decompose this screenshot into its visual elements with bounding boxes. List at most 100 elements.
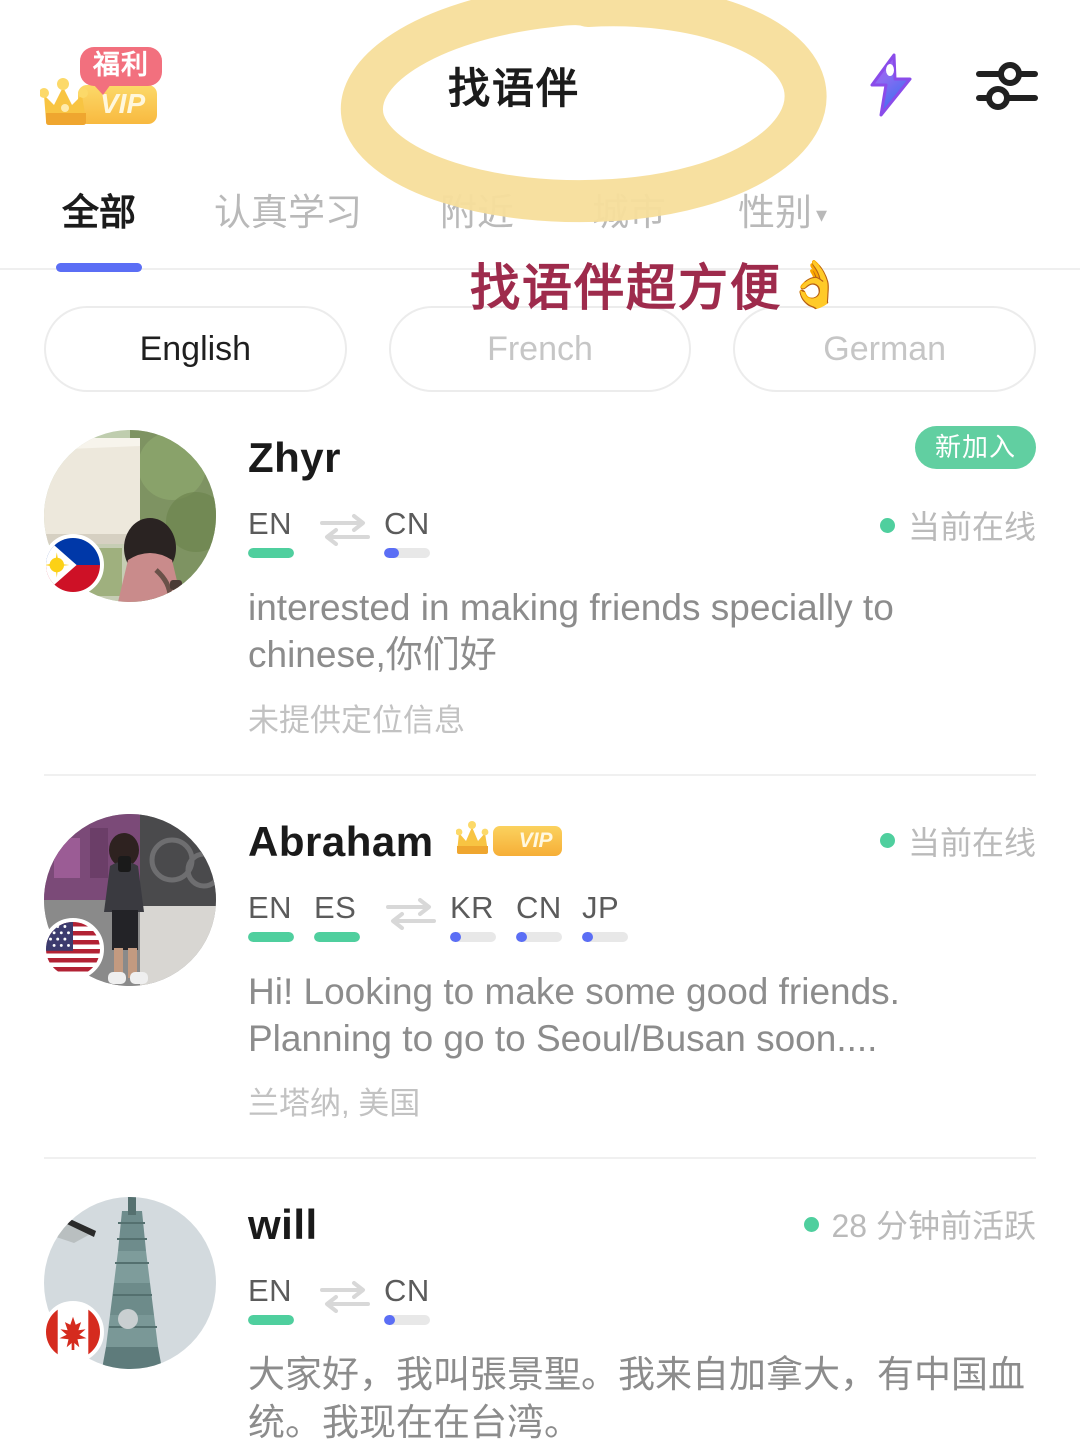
language-item: ES — [314, 892, 380, 942]
language-level-bar — [314, 931, 360, 942]
user-name: Abraham — [248, 817, 434, 865]
online-status: 当前在线 — [879, 502, 1036, 548]
online-status-label: 当前在线 — [907, 509, 1036, 545]
lightning-bolt-icon[interactable] — [864, 53, 920, 117]
languages-learning: CN — [384, 508, 450, 558]
language-item: EN — [248, 1273, 314, 1326]
online-dot-icon — [803, 1216, 819, 1232]
language-level-bar — [450, 931, 496, 942]
tab-serious-study-label: 认真学习 — [214, 192, 362, 233]
language-level-bar — [384, 548, 430, 558]
languages-spoken: EN — [248, 1273, 314, 1326]
vip-badge-label: VIP — [492, 825, 562, 856]
user-location: 兰塔纳, 美国 — [248, 1086, 421, 1122]
languages-learning: CN — [384, 1273, 450, 1326]
table-row[interactable]: will EN CN 大家好，我叫張景聖。我来自加拿大，有中国血统。我现在在台湾… — [42, 1159, 1037, 1440]
ok-hand-icon: 👌 — [786, 257, 846, 310]
vip-bubble-label: 福利 — [80, 47, 162, 95]
user-info: Zhyr 新加入 EN CN interested in making frie… — [248, 426, 1036, 740]
online-status: 28 分钟前活跃 — [803, 1201, 1037, 1247]
language-item: CN — [384, 508, 450, 558]
usa-flag-icon — [42, 917, 104, 980]
language-code: JP — [582, 889, 620, 925]
canada-flag-icon — [42, 1301, 104, 1364]
page-title: 找语伴 — [447, 64, 580, 112]
vip-promo-badge[interactable]: 福利 VIP — [34, 41, 164, 133]
user-bio: Hi! Looking to make some good friends. P… — [248, 970, 900, 1060]
language-chip-english[interactable]: English — [44, 306, 347, 392]
user-info: Abraham VIP EN ES KR CN JP Hi! Looking t… — [248, 814, 1036, 1124]
page-title-wrap: 找语伴 — [164, 55, 864, 116]
user-name-row: Zhyr 新加入 — [248, 426, 1036, 486]
user-bio: 大家好，我叫張景聖。我来自加拿大，有中国血统。我现在在台湾。 — [248, 1354, 1025, 1440]
filter-sliders-icon[interactable] — [976, 57, 1038, 113]
language-chip-german-label: German — [823, 329, 947, 368]
tab-gender-label: 性别 — [738, 192, 812, 233]
language-pair-row: EN ES KR CN JP — [248, 892, 1036, 952]
language-level-bar — [248, 548, 294, 558]
languages-spoken: EN ES — [248, 892, 380, 942]
avatar[interactable] — [42, 430, 216, 602]
tab-gender[interactable]: 性别 ▾ — [738, 170, 827, 236]
table-row[interactable]: Abraham VIP EN ES KR CN JP Hi! Looking t… — [42, 776, 1036, 1160]
tab-city-label: 城市 — [592, 192, 666, 233]
online-status-label: 28 分钟前活跃 — [831, 1208, 1037, 1245]
tab-nearby-label: 附近 — [440, 192, 514, 233]
tab-city[interactable]: 城市 — [592, 170, 666, 236]
language-level-bar — [516, 931, 562, 942]
status-badge: 新加入 — [914, 426, 1036, 469]
languages-spoken: EN — [248, 508, 314, 558]
avatar[interactable] — [42, 1197, 216, 1370]
header-actions — [864, 53, 1046, 117]
language-code: CN — [384, 506, 430, 541]
language-item: EN — [248, 508, 314, 558]
crown-icon — [455, 820, 488, 854]
language-level-bar — [248, 1315, 294, 1326]
language-code: CN — [384, 1273, 430, 1309]
language-chip-english-label: English — [139, 329, 252, 368]
swap-arrows-icon — [320, 1281, 370, 1314]
language-level-bar — [248, 931, 294, 942]
swap-arrows-icon — [386, 897, 436, 930]
app-header: 福利 VIP 找语伴 — [0, 0, 1080, 170]
language-level-bar — [384, 1315, 430, 1326]
app-root: 福利 VIP 找语伴 全部 认真学习 附近 城市 性别 ▾ English Fr… — [0, 0, 1080, 1440]
language-item: CN — [516, 892, 582, 942]
user-name: Zhyr — [248, 434, 342, 481]
online-dot-icon — [879, 833, 895, 849]
vip-badge: VIP — [454, 818, 562, 866]
online-status: 当前在线 — [879, 818, 1036, 864]
tab-nearby[interactable]: 附近 — [440, 170, 514, 236]
annotation-caption: 找语伴超方便 👌 — [470, 248, 845, 320]
chevron-down-icon: ▾ — [816, 202, 828, 228]
language-item: EN — [248, 892, 314, 942]
language-item: KR — [450, 892, 516, 942]
user-list: Zhyr 新加入 EN CN interested in making frie… — [0, 392, 1080, 1440]
tab-all-label: 全部 — [62, 192, 136, 233]
online-dot-icon — [879, 517, 895, 533]
language-item: CN — [384, 1273, 450, 1326]
avatar[interactable] — [42, 813, 216, 986]
languages-learning: KR CN JP — [450, 892, 648, 942]
language-code: EN — [248, 1273, 293, 1309]
tab-serious-study[interactable]: 认真学习 — [214, 170, 362, 236]
user-location: 未提供定位信息 — [248, 702, 465, 738]
language-chip-french-label: French — [487, 329, 593, 368]
language-code: KR — [450, 889, 495, 925]
user-bio: interested in making friends specially t… — [248, 587, 894, 676]
swap-arrows-icon — [320, 514, 370, 546]
table-row[interactable]: Zhyr 新加入 EN CN interested in making frie… — [42, 392, 1036, 776]
tab-active-underline — [56, 263, 142, 272]
language-code: ES — [314, 889, 357, 925]
language-pair-row: EN CN — [248, 1275, 1036, 1335]
annotation-caption-text: 找语伴超方便 — [470, 260, 782, 316]
language-item: JP — [582, 892, 648, 942]
philippines-flag-icon — [42, 534, 104, 596]
language-code: EN — [248, 889, 293, 925]
user-name: will — [248, 1201, 318, 1249]
language-code: EN — [248, 506, 293, 541]
language-level-bar — [582, 931, 628, 942]
language-code: CN — [516, 889, 562, 925]
tab-all[interactable]: 全部 — [56, 170, 142, 272]
online-status-label: 当前在线 — [907, 824, 1036, 861]
